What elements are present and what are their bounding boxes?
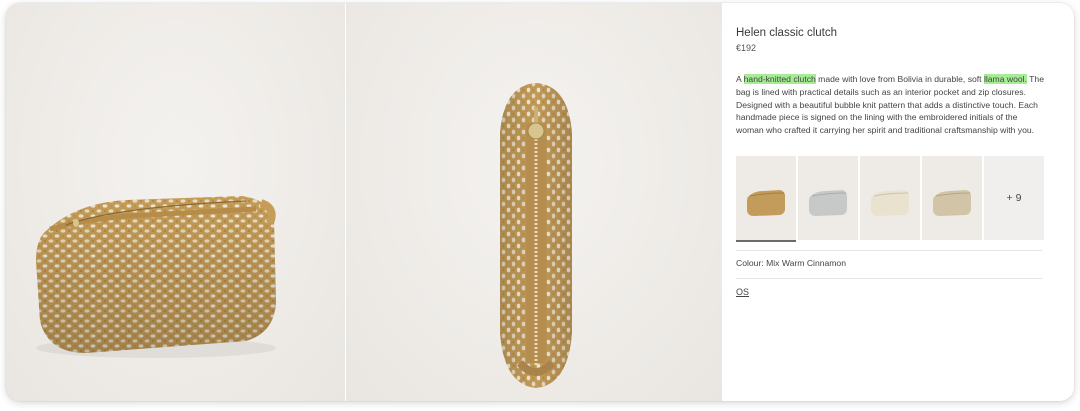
clutch-thumbnail-image xyxy=(809,190,847,216)
thumbnail-cream[interactable] xyxy=(860,156,920,240)
product-description: A hand-knitted clutch made with love fro… xyxy=(736,73,1044,137)
thumbnail-beige[interactable] xyxy=(922,156,982,240)
product-info-panel: Helen classic clutch €192 A hand-knitted… xyxy=(722,3,1074,401)
product-image-side-view[interactable] xyxy=(6,3,345,401)
highlighted-text: llama wool. xyxy=(983,74,1027,84)
colour-thumbnails: + 9 xyxy=(736,156,1044,242)
more-colours-button[interactable]: + 9 xyxy=(984,156,1044,240)
colour-label: Colour: Mix Warm Cinnamon xyxy=(736,258,846,268)
product-image-top-view[interactable] xyxy=(346,3,722,401)
product-title: Helen classic clutch xyxy=(736,27,837,39)
clutch-thumbnail-image xyxy=(871,190,909,216)
clutch-top-image xyxy=(500,83,572,388)
clutch-thumbnail-image xyxy=(747,190,785,216)
product-page: Helen classic clutch €192 A hand-knitted… xyxy=(6,3,1074,401)
description-text: A xyxy=(736,74,744,84)
description-text: made with love from Bolivia in durable, … xyxy=(815,74,984,84)
size-option-os[interactable]: OS xyxy=(736,287,749,297)
divider xyxy=(736,250,1042,251)
clutch-side-image xyxy=(36,196,276,358)
thumbnail-cinnamon[interactable] xyxy=(736,156,796,242)
thumbnail-grey[interactable] xyxy=(798,156,858,240)
clutch-thumbnail-image xyxy=(933,190,971,216)
highlighted-text: hand-knitted clutch xyxy=(743,74,816,84)
product-price: €192 xyxy=(736,43,757,53)
divider xyxy=(736,278,1042,279)
